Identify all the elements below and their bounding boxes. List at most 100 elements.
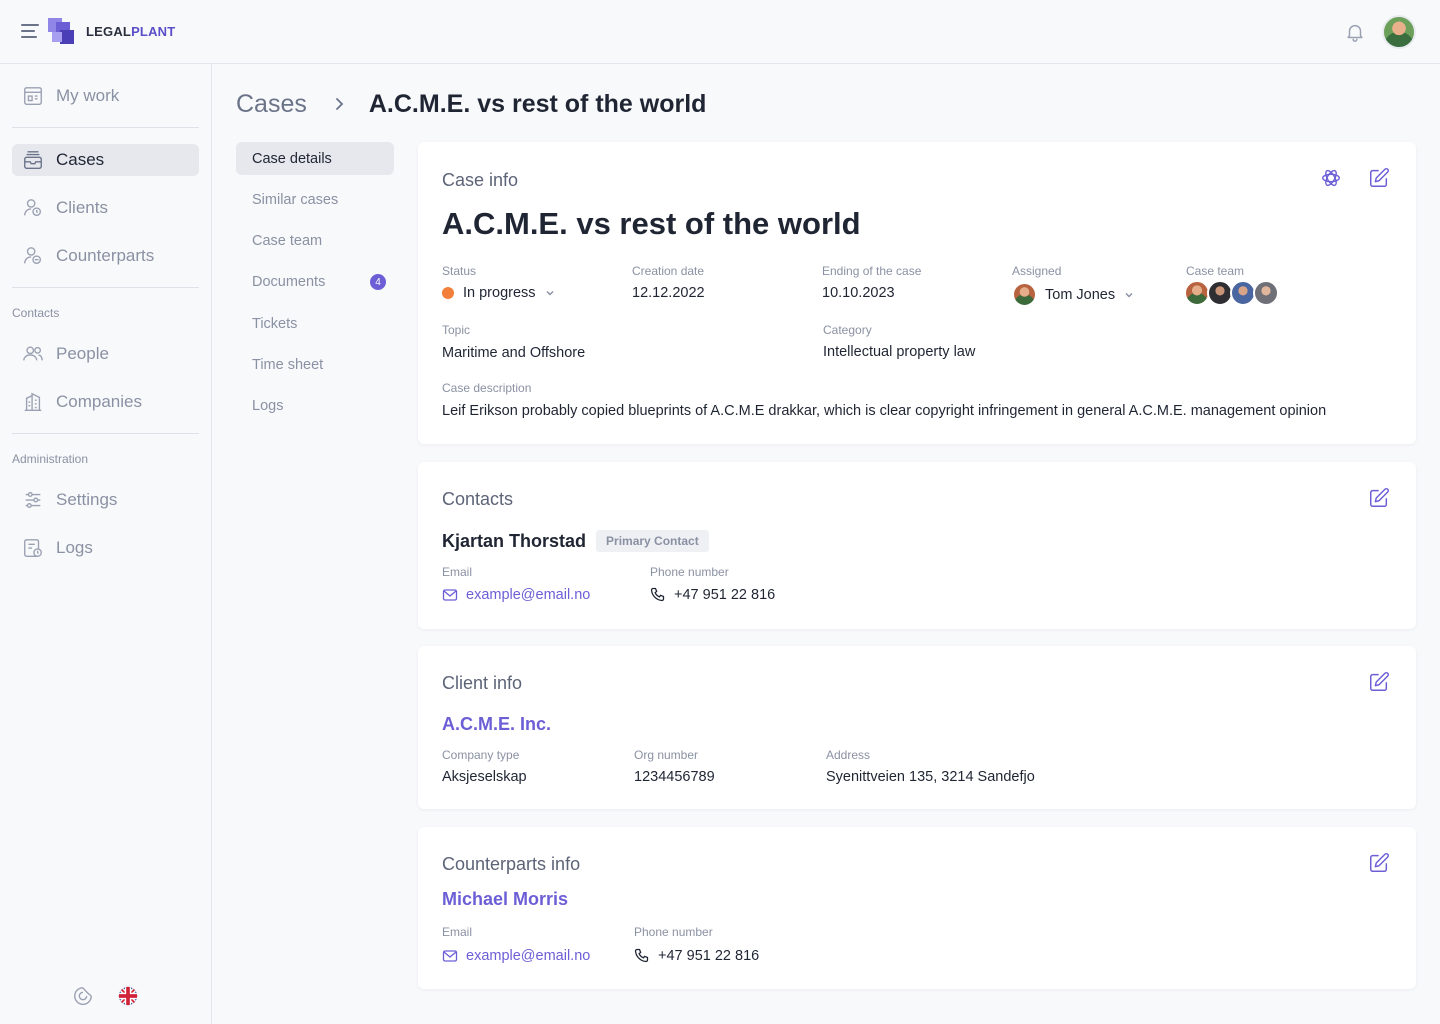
edit-icon[interactable] (1368, 671, 1390, 693)
phone-icon (650, 587, 665, 602)
sidebar-item-label: Logs (56, 538, 93, 557)
email-label: Email (442, 565, 473, 579)
bell-icon[interactable] (1344, 21, 1366, 43)
description-value: Leif Erikson probably copied blueprints … (442, 403, 1327, 419)
subnav-case-team[interactable]: Case team (236, 224, 394, 257)
phone-label: Phone number (650, 565, 729, 579)
status-dropdown[interactable]: In progress (442, 285, 556, 301)
divider (12, 127, 199, 128)
email-value: example@email.no (466, 587, 591, 603)
sidebar-item-cases[interactable]: Cases (12, 144, 199, 176)
client-name-link[interactable]: A.C.M.E. Inc. (442, 714, 551, 735)
cases-icon (24, 151, 42, 169)
chevron-down-icon (1125, 292, 1133, 298)
phone-value: +47 951 22 816 (658, 948, 760, 964)
subnav-label: Case team (252, 232, 323, 249)
legalplant-logo-icon (48, 18, 74, 44)
case-team-label: Case team (1186, 264, 1245, 278)
section-label-administration: Administration (12, 452, 89, 466)
top-bar: LEGALPLANT (0, 0, 1440, 64)
card-title: Case info (442, 170, 519, 190)
sidebar-item-label: My work (56, 86, 120, 105)
address-value: Syenittveien 135, 3214 Sandefjo (826, 769, 1035, 785)
sidebar-item-label: Clients (56, 198, 108, 217)
chevron-right-icon (335, 98, 344, 110)
subnav-time-sheet[interactable]: Time sheet (236, 348, 394, 381)
documents-count-badge: 4 (370, 274, 386, 290)
email-label: Email (442, 925, 473, 939)
sidebar: My work Cases Clients Counterparts Conta… (0, 64, 212, 1024)
user-avatar[interactable] (1382, 15, 1416, 49)
case-team-avatars[interactable] (1184, 280, 1279, 306)
edit-icon[interactable] (1368, 852, 1390, 874)
theme-icon[interactable] (72, 985, 94, 1007)
page-title: A.C.M.E. vs rest of the world (368, 89, 707, 118)
sidebar-item-label: People (56, 344, 109, 363)
sidebar-item-companies[interactable]: Companies (12, 386, 199, 418)
creation-date-label: Creation date (632, 264, 705, 278)
phone-value: +47 951 22 816 (674, 587, 776, 603)
company-type-value: Aksjeselskap (442, 769, 527, 785)
edit-icon[interactable] (1368, 487, 1390, 509)
edit-icon[interactable] (1368, 167, 1390, 189)
subnav-label: Documents (252, 273, 326, 290)
sidebar-item-my-work[interactable]: My work (12, 80, 199, 112)
email-link[interactable]: example@email.no (442, 587, 590, 603)
ai-assistant-icon[interactable] (1320, 167, 1342, 189)
status-value: In progress (463, 285, 536, 301)
mail-icon (442, 589, 458, 601)
sidebar-item-people[interactable]: People (12, 338, 199, 370)
subnav-case-details[interactable]: Case details (236, 142, 394, 175)
subnav-logs[interactable]: Logs (236, 389, 394, 422)
case-info-card: Case info A.C.M.E. vs rest of the world … (418, 142, 1416, 444)
settings-icon (25, 491, 41, 509)
sidebar-item-label: Counterparts (56, 246, 155, 265)
category-label: Category (823, 323, 872, 337)
companies-icon (24, 392, 42, 411)
breadcrumb-root[interactable]: Cases (236, 90, 307, 119)
uk-flag-icon[interactable] (117, 985, 139, 1007)
chevron-down-icon (546, 290, 554, 296)
status-label: Status (442, 264, 477, 278)
sidebar-item-label: Settings (56, 490, 118, 509)
sidebar-item-label: Cases (56, 150, 105, 169)
address-label: Address (826, 748, 871, 762)
sidebar-item-clients[interactable]: Clients (12, 192, 199, 224)
assigned-value: Tom Jones (1045, 286, 1116, 303)
subnav-tickets[interactable]: Tickets (236, 307, 394, 340)
clients-icon (24, 199, 42, 217)
section-label-contacts: Contacts (12, 306, 60, 320)
case-name: A.C.M.E. vs rest of the world (442, 206, 861, 241)
breadcrumb: Cases A.C.M.E. vs rest of the world (236, 88, 706, 120)
topic-label: Topic (442, 323, 471, 337)
assigned-label: Assigned (1012, 264, 1062, 278)
subnav-label: Case details (252, 150, 332, 167)
menu-icon[interactable] (21, 24, 39, 38)
card-title: Contacts (442, 489, 514, 509)
subnav-documents[interactable]: Documents 4 (236, 265, 394, 298)
email-link[interactable]: example@email.no (442, 948, 590, 964)
category-value: Intellectual property law (823, 344, 976, 360)
org-number-value: 1234456789 (634, 769, 715, 785)
company-type-label: Company type (442, 748, 520, 762)
sidebar-item-label: Companies (56, 392, 142, 411)
counterpart-name-link[interactable]: Michael Morris (442, 889, 568, 910)
primary-contact-chip: Primary Contact (596, 530, 709, 552)
sidebar-item-counterparts[interactable]: Counterparts (12, 240, 199, 272)
sidebar-item-logs[interactable]: Logs (12, 532, 199, 564)
card-title: Counterparts info (442, 854, 581, 874)
divider (12, 433, 199, 434)
assigned-dropdown[interactable]: Tom Jones (1012, 282, 1135, 307)
subnav-label: Similar cases (252, 191, 339, 208)
email-value: example@email.no (466, 948, 591, 964)
phone-icon (634, 948, 649, 963)
card-title: Client info (442, 673, 523, 693)
subnav-similar-cases[interactable]: Similar cases (236, 183, 394, 216)
contacts-card: Contacts Kjartan Thorstad Primary Contac… (418, 462, 1416, 629)
divider (12, 287, 199, 288)
phone-value-row[interactable]: +47 951 22 816 (650, 587, 775, 603)
subnav-label: Time sheet (252, 356, 324, 373)
people-icon (23, 346, 43, 361)
sidebar-item-settings[interactable]: Settings (12, 484, 199, 516)
phone-value-row[interactable]: +47 951 22 816 (634, 948, 759, 964)
